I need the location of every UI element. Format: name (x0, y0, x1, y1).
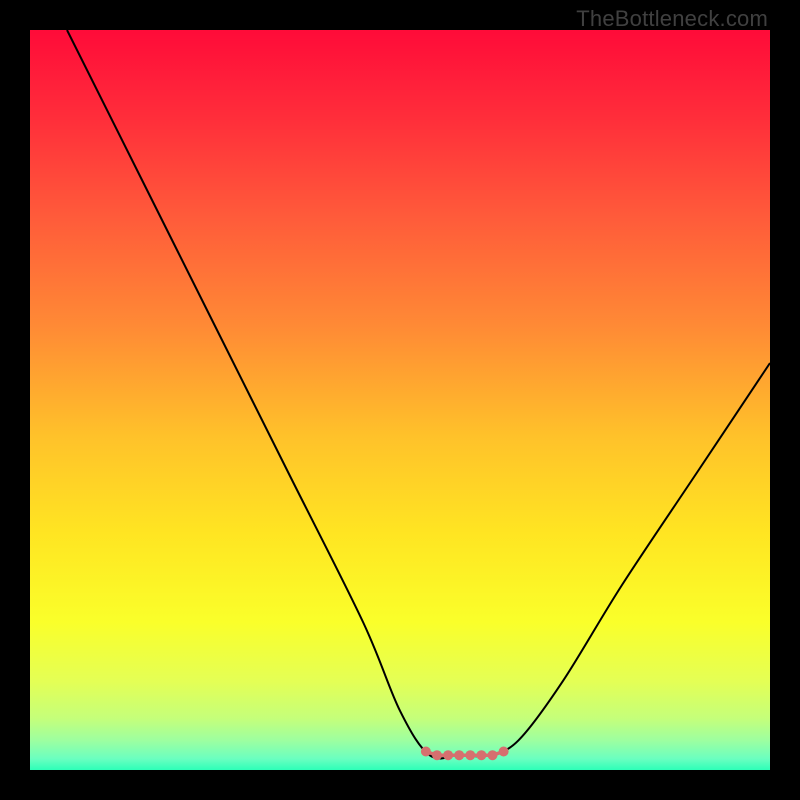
marker-dot (421, 747, 431, 757)
chart-container: TheBottleneck.com (0, 0, 800, 800)
marker-dot (432, 750, 442, 760)
marker-dot (499, 747, 509, 757)
curve-layer (30, 30, 770, 770)
marker-dot (454, 750, 464, 760)
watermark-text: TheBottleneck.com (576, 6, 768, 32)
marker-dot (465, 750, 475, 760)
flat-zone-markers (421, 747, 509, 761)
marker-dot (443, 750, 453, 760)
marker-dot (488, 750, 498, 760)
plot-area (30, 30, 770, 770)
bottleneck-curve (67, 30, 770, 758)
marker-dot (476, 750, 486, 760)
